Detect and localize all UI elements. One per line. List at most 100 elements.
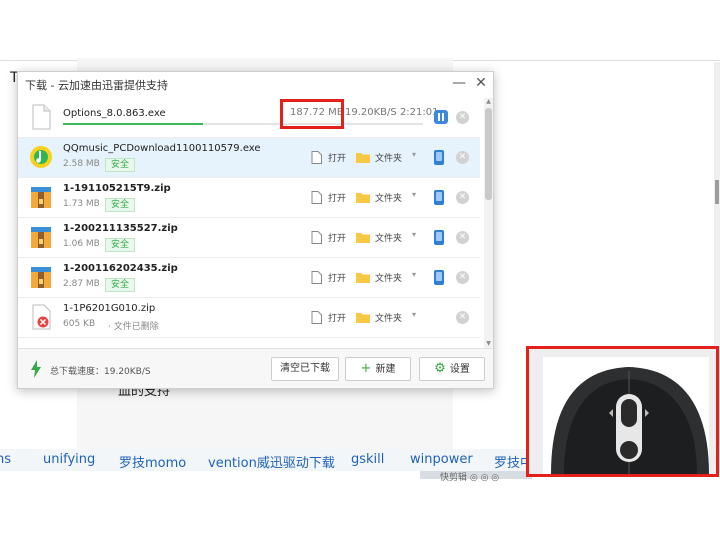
download-row[interactable]: 1-200116202435.zip 2.87 MB 安全 打开 文件夹 ▾ ✕ (18, 258, 480, 298)
file-size: 2.58 MB (63, 159, 100, 169)
download-window: 下载 - 云加速由迅雷提供支持 — ✕ Options_8.0.863.exe … (17, 71, 494, 389)
clear-downloaded-button[interactable]: 清空已下载 (271, 357, 339, 381)
scroll-up-icon[interactable]: ▲ (484, 98, 493, 105)
size-highlight-box (280, 99, 344, 129)
folder-icon (356, 313, 370, 323)
open-file-icon (311, 231, 322, 244)
lightning-icon (31, 360, 41, 378)
download-row-partial[interactable] (18, 338, 480, 346)
chevron-down-icon[interactable]: ▾ (412, 270, 416, 279)
file-name: 1-200116202435.zip (63, 263, 178, 274)
chevron-down-icon[interactable]: ▾ (412, 150, 416, 159)
plus-icon: + (360, 361, 372, 376)
download-row-deleted[interactable]: 1-1P6201G010.zip 605 KB · 文件已删除 打开 文件夹 ▾… (18, 298, 480, 338)
open-file-icon (311, 311, 322, 324)
open-folder-button[interactable]: 文件夹 (375, 191, 402, 204)
new-download-button[interactable]: + 新建 (345, 357, 411, 381)
remove-icon[interactable]: ✕ (456, 231, 469, 244)
tag-link[interactable]: 罗技momo (119, 452, 186, 471)
zip-icon (31, 267, 51, 288)
scroll-down-icon[interactable]: ▼ (484, 340, 493, 347)
taskbar-text: 快剪辑 ◎ ◎ ◎ (440, 473, 500, 483)
download-list: Options_8.0.863.exe 187.72 MB 19.20KB/S … (18, 98, 480, 346)
open-file-icon (311, 271, 322, 284)
open-button[interactable]: 打开 (328, 271, 346, 284)
remove-icon[interactable]: ✕ (456, 111, 469, 124)
file-name: 1-191105215T9.zip (63, 183, 171, 194)
open-button[interactable]: 打开 (328, 311, 346, 324)
settings-button[interactable]: ⚙ 设置 (419, 357, 485, 381)
file-size: 1.73 MB (63, 199, 100, 209)
file-name: 1-200211135527.zip (63, 223, 178, 234)
download-row[interactable]: QQmusic_PCDownload1100110579.exe 2.58 MB… (18, 138, 480, 178)
open-button[interactable]: 打开 (328, 231, 346, 244)
remove-icon[interactable]: ✕ (456, 271, 469, 284)
zip-icon (31, 187, 51, 208)
list-scrollbar-thumb[interactable] (485, 108, 492, 200)
open-button[interactable]: 打开 (328, 191, 346, 204)
open-folder-button[interactable]: 文件夹 (375, 151, 402, 164)
download-speed-eta: 19.20KB/S 2:21:01 (345, 107, 439, 118)
download-row-active[interactable]: Options_8.0.863.exe 187.72 MB 19.20KB/S … (18, 98, 480, 138)
download-row[interactable]: 1-191105215T9.zip 1.73 MB 安全 打开 文件夹 ▾ ✕ (18, 178, 480, 218)
page-scrollbar-thumb[interactable] (715, 180, 719, 204)
send-to-phone-icon[interactable] (434, 230, 444, 245)
file-size: 2.87 MB (63, 279, 100, 289)
safe-badge: 安全 (105, 278, 136, 292)
safe-badge: 安全 (105, 238, 136, 252)
zip-icon (31, 227, 51, 248)
download-row[interactable]: 1-200211135527.zip 1.06 MB 安全 打开 文件夹 ▾ ✕ (18, 218, 480, 258)
deleted-file-icon (32, 304, 51, 330)
tag-link[interactable]: gskill (351, 452, 384, 467)
safe-badge: 安全 (105, 198, 136, 212)
mouse-illustration (529, 349, 716, 474)
minimize-button[interactable]: — (450, 74, 468, 92)
file-deleted-status: · 文件已删除 (108, 322, 159, 332)
download-progress-fill (63, 123, 204, 125)
send-to-phone-icon[interactable] (434, 190, 444, 205)
open-folder-button[interactable]: 文件夹 (375, 231, 402, 244)
folder-icon (356, 233, 370, 243)
gear-icon: ⚙ (434, 361, 446, 376)
send-to-phone-icon[interactable] (434, 270, 444, 285)
tag-link[interactable]: ons (0, 452, 11, 467)
safe-badge: 安全 (105, 158, 136, 172)
open-button[interactable]: 打开 (328, 151, 346, 164)
tag-link[interactable]: unifying (43, 452, 95, 467)
exe-file-icon (32, 104, 51, 130)
screen: T 血的支持 ons unifying 罗技momo vention威迅驱动下载… (0, 0, 720, 540)
window-title: 下载 - 云加速由迅雷提供支持 (25, 79, 168, 92)
file-name: 1-1P6201G010.zip (63, 303, 156, 314)
remove-icon[interactable]: ✕ (456, 151, 469, 164)
mouse-product-image (526, 346, 719, 477)
tag-link[interactable]: winpower (410, 452, 473, 467)
open-folder-button[interactable]: 文件夹 (375, 271, 402, 284)
send-to-phone-icon[interactable] (434, 150, 444, 165)
file-size: 1.06 MB (63, 239, 100, 249)
folder-icon (356, 153, 370, 163)
file-name: Options_8.0.863.exe (63, 108, 166, 119)
download-progress-bar (63, 123, 423, 125)
open-file-icon (311, 191, 322, 204)
pause-button[interactable] (434, 110, 448, 124)
close-window-button[interactable]: ✕ (472, 74, 490, 92)
tag-link[interactable]: vention威迅驱动下载 (208, 452, 335, 471)
file-name: QQmusic_PCDownload1100110579.exe (63, 143, 261, 154)
new-download-label: 新建 (375, 364, 396, 375)
folder-icon (356, 273, 370, 283)
clear-downloaded-label: 清空已下载 (280, 363, 330, 374)
settings-label: 设置 (449, 364, 470, 375)
footer-bar: 总下载速度：19.20KB/S 清空已下载 + 新建 ⚙ 设置 (18, 348, 493, 388)
chevron-down-icon[interactable]: ▾ (412, 310, 416, 319)
open-file-icon (311, 151, 322, 164)
total-speed-label: 总下载速度：19.20KB/S (50, 367, 151, 377)
chevron-down-icon[interactable]: ▾ (412, 230, 416, 239)
remove-icon[interactable]: ✕ (456, 191, 469, 204)
chevron-down-icon[interactable]: ▾ (412, 190, 416, 199)
remove-icon[interactable]: ✕ (456, 311, 469, 324)
file-size: 605 KB (63, 319, 96, 329)
open-folder-button[interactable]: 文件夹 (375, 311, 402, 324)
title-bar[interactable]: 下载 - 云加速由迅雷提供支持 — ✕ (18, 72, 493, 96)
qqmusic-icon (30, 146, 52, 168)
folder-icon (356, 193, 370, 203)
